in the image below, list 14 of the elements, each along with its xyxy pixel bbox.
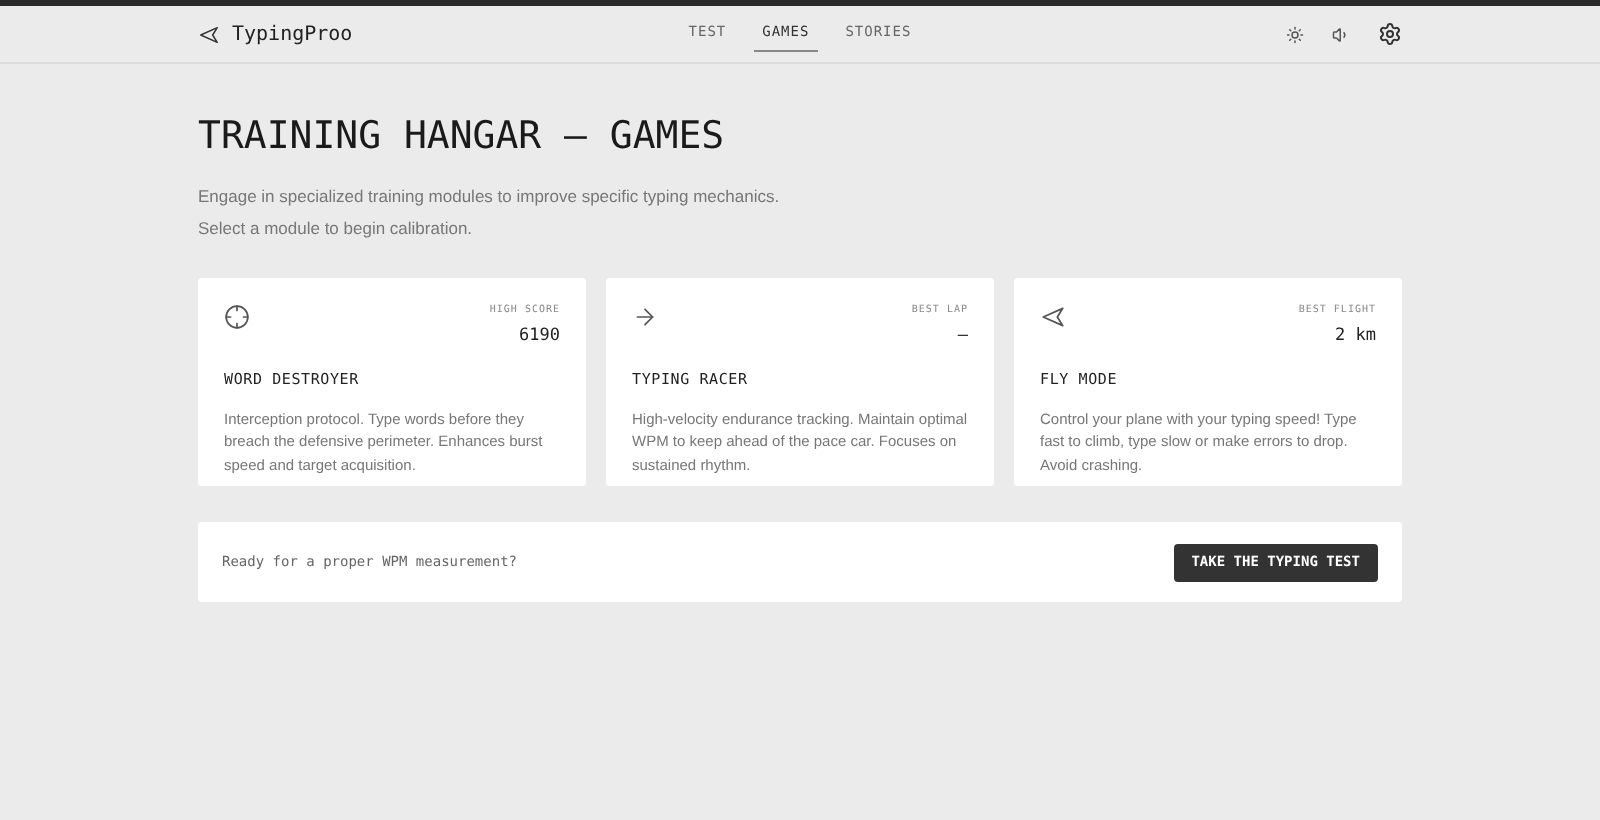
paper-plane-logo-icon (198, 23, 220, 45)
crosshair-icon (224, 304, 250, 330)
page-subtitle: Select a module to begin calibration. (198, 216, 475, 242)
stat-value: 2 km (1335, 323, 1376, 349)
volume-icon[interactable] (1331, 25, 1350, 43)
settings-icon[interactable] (1377, 22, 1402, 46)
paper-plane-icon (1040, 304, 1066, 330)
page-title: TRAINING HANGAR — GAMES (198, 112, 727, 160)
brand-name: TypingProo (232, 21, 353, 49)
stat-value: — (957, 323, 968, 349)
stat-value: 6190 (519, 323, 560, 349)
sun-icon[interactable] (1285, 25, 1304, 43)
page-subtitle: Engage in specialized training modules to improve specific typing mechanics. (198, 184, 782, 210)
arrow-right-icon (632, 304, 658, 330)
